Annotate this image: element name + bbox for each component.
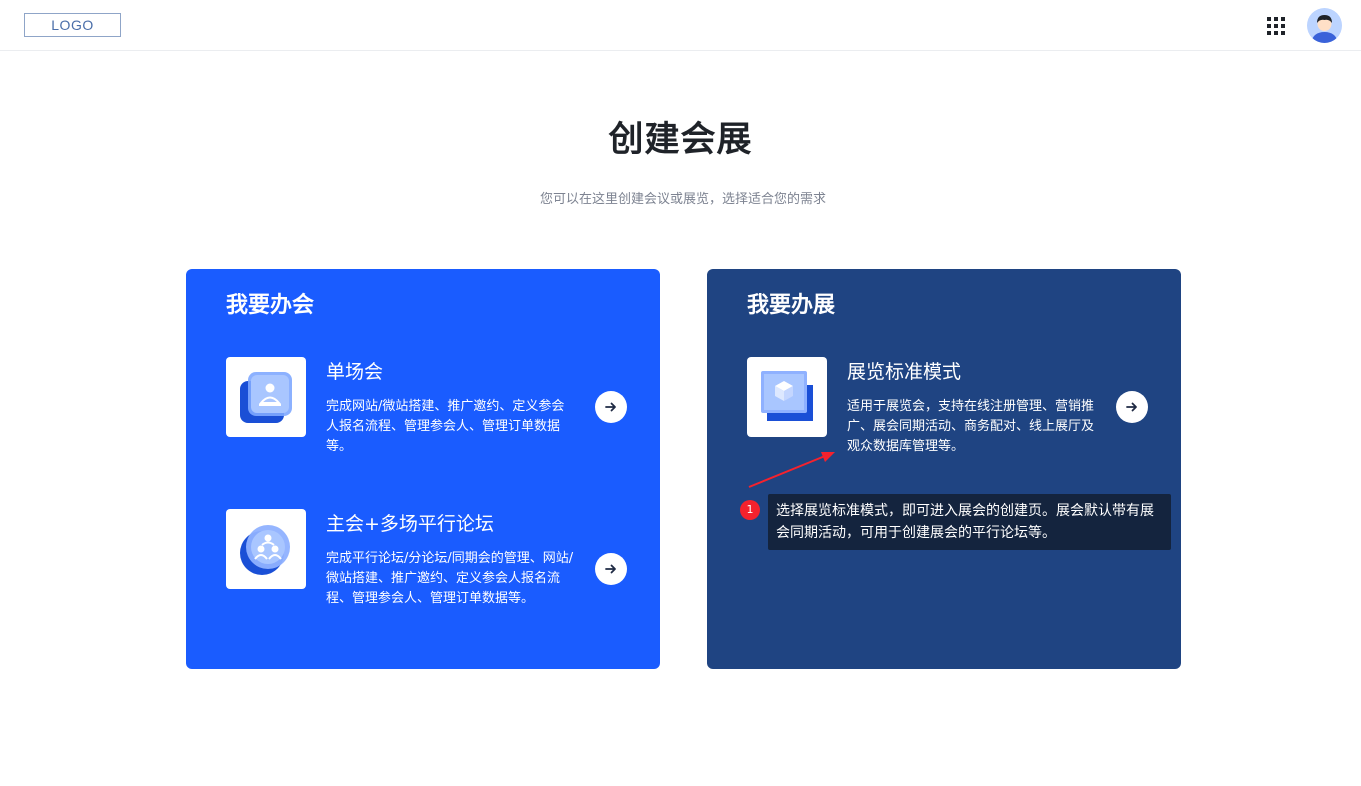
arrow-right-icon xyxy=(605,402,616,412)
multi-forum-arrow-button[interactable] xyxy=(595,553,627,585)
meeting-card: 我要办会 单场会 完成网站/微站搭建、推广邀约、定义参会人报名流程、管理参会人、… xyxy=(186,269,660,669)
page-title: 创建会展 xyxy=(608,120,753,160)
option-description: 适用于展览会，支持在线注册管理、营销推广、展会同期活动、商务配对、线上展厅及观众… xyxy=(847,399,1095,454)
single-meeting-arrow-button[interactable] xyxy=(595,391,627,423)
expo-box-icon xyxy=(747,357,827,437)
option-name: 主会+多场平行论坛 xyxy=(326,513,494,535)
expo-card-title: 我要办展 xyxy=(747,293,836,318)
single-meeting-icon xyxy=(226,357,306,437)
option-description: 完成网站/微站搭建、推广邀约、定义参会人报名流程、管理参会人、管理订单数据等。 xyxy=(326,399,565,454)
guide-tooltip: 选择展览标准模式，即可进入展会的创建页。展会默认带有展会同期活动，可用于创建展会… xyxy=(768,494,1171,550)
option-name: 展览标准模式 xyxy=(847,361,962,383)
option-description: 完成平行论坛/分论坛/同期会的管理、网站/微站搭建、推广邀约、定义参会人报名流程… xyxy=(326,551,574,606)
top-bar: LOGO xyxy=(0,0,1361,51)
option-single-meeting[interactable]: 单场会 完成网站/微站搭建、推广邀约、定义参会人报名流程、管理参会人、管理订单数… xyxy=(226,357,626,457)
arrow-right-icon xyxy=(605,564,616,574)
expo-standard-arrow-button[interactable] xyxy=(1116,391,1148,423)
logo[interactable]: LOGO xyxy=(24,13,121,37)
avatar[interactable] xyxy=(1307,8,1342,43)
grid-apps-icon[interactable] xyxy=(1267,17,1285,35)
option-name: 单场会 xyxy=(326,361,384,383)
arrow-right-icon xyxy=(1126,402,1137,412)
meeting-card-title: 我要办会 xyxy=(226,293,315,318)
guide-pointer-arrow-icon xyxy=(748,452,835,488)
guide-step-badge: 1 xyxy=(740,500,760,520)
multi-forum-icon xyxy=(226,509,306,589)
option-multi-forum[interactable]: 主会+多场平行论坛 完成平行论坛/分论坛/同期会的管理、网站/微站搭建、推广邀约… xyxy=(226,509,626,629)
page-subtitle: 您可以在这里创建会议或展览，选择适合您的需求 xyxy=(539,192,826,207)
option-expo-standard[interactable]: 展览标准模式 适用于展览会，支持在线注册管理、营销推广、展会同期活动、商务配对、… xyxy=(747,357,1147,457)
